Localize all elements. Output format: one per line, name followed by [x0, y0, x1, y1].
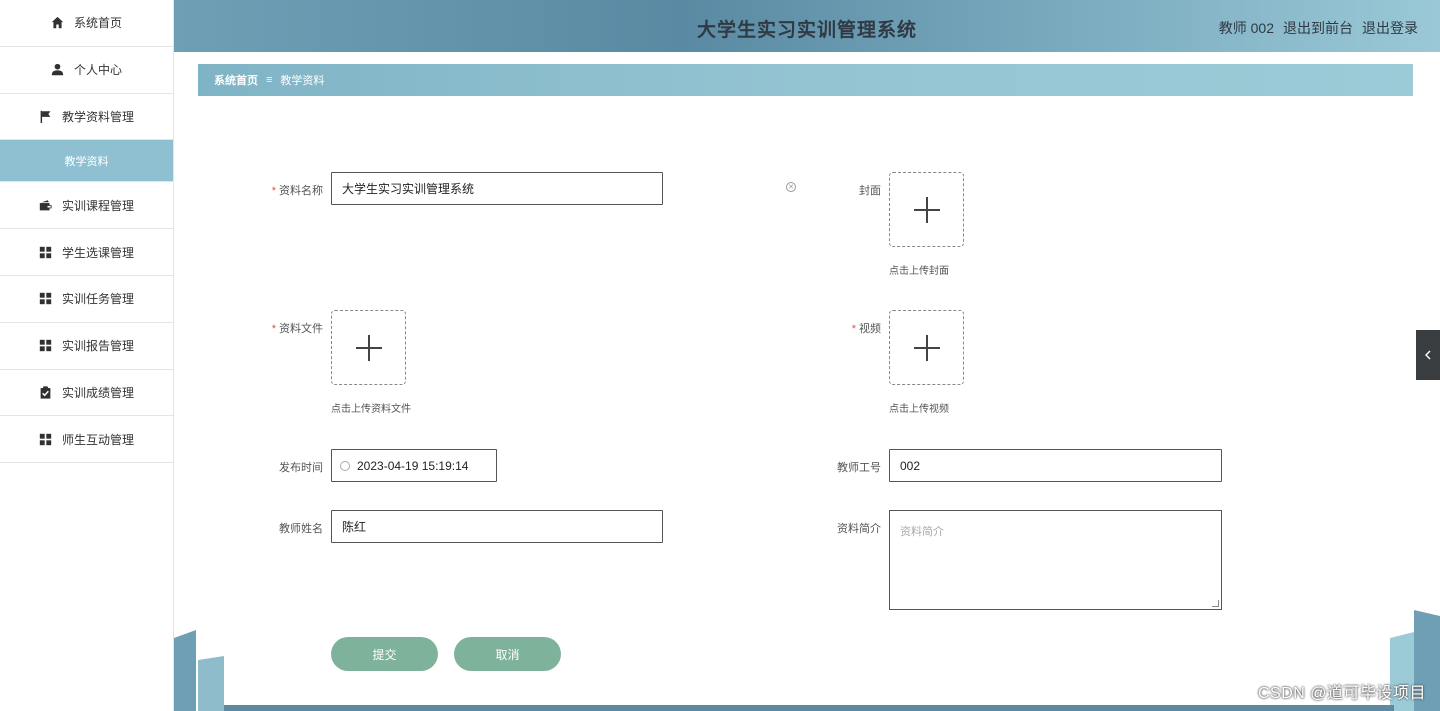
- sidebar-item-label: 教学资料: [64, 155, 109, 168]
- breadcrumb-separator: ≡: [266, 74, 273, 86]
- sidebar-item-home[interactable]: 系统首页: [0, 0, 173, 47]
- sidebar-item-label: 实训成绩管理: [61, 385, 134, 400]
- bottom-bar: [224, 705, 1394, 711]
- sidebar-item-report-mgmt[interactable]: 实训报告管理: [0, 323, 173, 370]
- name-input[interactable]: 大学生实习实训管理系统: [331, 172, 663, 205]
- goto-front-link[interactable]: 退出到前台: [1283, 18, 1353, 38]
- plus-icon: [913, 196, 940, 223]
- sidebar-item-label: 实训报告管理: [61, 339, 134, 354]
- publish-time-label: 发布时间: [279, 462, 323, 474]
- teacher-id-label: 教师工号: [837, 462, 881, 474]
- video-label: * 视频: [851, 323, 881, 335]
- publish-time-value: 2023-04-19 15:19:14: [357, 458, 469, 473]
- sidebar-item-profile[interactable]: 个人中心: [0, 47, 173, 94]
- plus-icon: [355, 334, 382, 361]
- sidebar-item-label: 实训课程管理: [61, 198, 134, 213]
- sidebar-item-label: 学生选课管理: [61, 245, 134, 260]
- file-hint: 点击上传资料文件: [331, 404, 411, 415]
- file-upload[interactable]: [331, 310, 406, 385]
- sidebar-item-label: 实训任务管理: [61, 292, 134, 307]
- watermark: CSDN @道可毕设项目: [1257, 685, 1426, 702]
- clock-icon: [340, 460, 350, 471]
- publish-time-picker[interactable]: 2023-04-19 15:19:14: [331, 449, 497, 482]
- sidebar-item-teaching-material[interactable]: 教学资料: [0, 140, 173, 183]
- top-header: 大学生实习实训管理系统 教师 002 退出到前台 退出登录: [174, 0, 1440, 52]
- home-icon: [51, 16, 65, 30]
- sidebar: 系统首页 个人中心 教学资料管理 教学资料 实训课程管理 学生选课管理 实训任务…: [0, 0, 174, 711]
- name-label: * 资料名称: [271, 185, 323, 197]
- breadcrumb: 系统首页 ≡ 教学资料: [198, 64, 1413, 96]
- cancel-button[interactable]: 取消: [454, 637, 561, 671]
- teacher-name-input[interactable]: 陈红: [331, 510, 663, 543]
- clipboard-icon: [39, 385, 53, 399]
- sidebar-item-interaction-mgmt[interactable]: 师生互动管理: [0, 416, 173, 464]
- sidebar-item-course-mgmt[interactable]: 实训课程管理: [0, 182, 173, 230]
- breadcrumb-home[interactable]: 系统首页: [214, 72, 258, 88]
- file-label: * 资料文件: [271, 323, 323, 335]
- header-actions: 教师 002 退出到前台 退出登录: [1219, 18, 1418, 38]
- clear-icon[interactable]: ✕: [786, 182, 796, 192]
- grid-icon: [39, 339, 53, 353]
- sidebar-item-teaching-material-mgmt[interactable]: 教学资料管理: [0, 94, 173, 141]
- sidebar-item-label: 师生互动管理: [61, 432, 134, 447]
- intro-textarea[interactable]: 资料简介: [889, 510, 1222, 610]
- chevron-left-icon: [1425, 350, 1431, 360]
- wallet-icon: [39, 198, 53, 212]
- grid-icon: [39, 245, 53, 259]
- intro-placeholder: 资料简介: [900, 526, 944, 538]
- intro-label: 资料简介: [837, 523, 881, 535]
- teacher-id-input[interactable]: 002: [889, 449, 1222, 482]
- video-hint: 点击上传视频: [889, 404, 949, 415]
- teacher-name-label: 教师姓名: [279, 523, 323, 535]
- collapse-toggle[interactable]: [1416, 330, 1440, 380]
- video-upload[interactable]: [889, 310, 964, 385]
- sidebar-item-task-mgmt[interactable]: 实训任务管理: [0, 276, 173, 323]
- flag-icon: [39, 109, 53, 123]
- current-user: 教师 002: [1218, 20, 1274, 36]
- sidebar-item-label: 个人中心: [73, 63, 122, 78]
- cover-hint: 点击上传封面: [889, 266, 949, 277]
- submit-button[interactable]: 提交: [331, 637, 438, 671]
- user-icon: [51, 63, 65, 77]
- sidebar-item-label: 教学资料管理: [61, 109, 134, 124]
- sidebar-item-label: 系统首页: [73, 16, 122, 31]
- cover-label: 封面: [859, 185, 881, 197]
- sidebar-item-score-mgmt[interactable]: 实训成绩管理: [0, 370, 173, 417]
- breadcrumb-current: 教学资料: [280, 75, 325, 87]
- main-content: 系统首页 ≡ 教学资料 * 资料名称 大学生实习实训管理系统 ✕ 封面 点击上传封…: [174, 52, 1440, 711]
- resize-handle[interactable]: [1212, 600, 1219, 607]
- grid-icon: [39, 292, 53, 306]
- grid-icon: [39, 432, 53, 446]
- cover-upload[interactable]: [889, 172, 964, 247]
- sidebar-item-course-selection-mgmt[interactable]: 学生选课管理: [0, 229, 173, 276]
- logout-link[interactable]: 退出登录: [1362, 18, 1418, 38]
- corner-decoration: [174, 630, 224, 711]
- plus-icon: [913, 334, 940, 361]
